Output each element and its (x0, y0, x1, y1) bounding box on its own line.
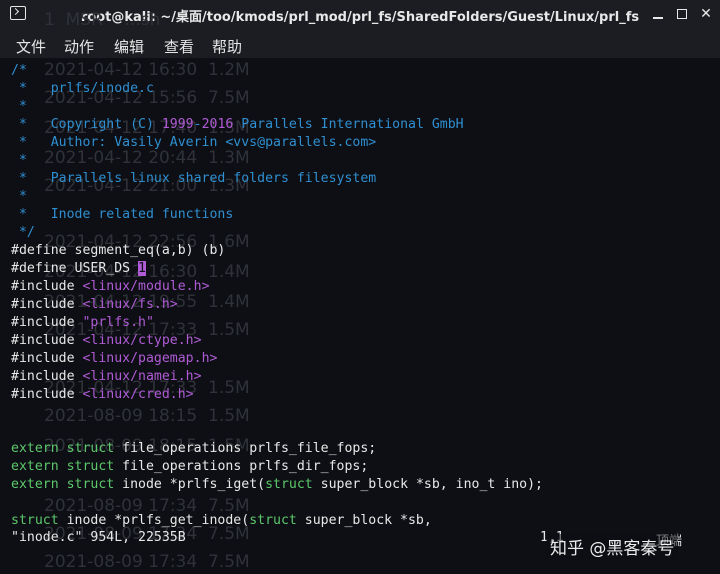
code-token: <linux/module.h> (74, 279, 210, 294)
code-line: /* (11, 63, 27, 78)
code-token: #define (11, 261, 67, 276)
code-line-include: #include <linux/namei.h> (11, 368, 202, 386)
code-token: inode *prlfs_get_inode( (58, 513, 250, 528)
watermark: 知乎 @黑客秦号 (538, 530, 718, 559)
code-line-include: #include <linux/ctype.h> (11, 332, 202, 350)
code-token: struct (249, 513, 297, 528)
close-button[interactable]: ✕ (696, 4, 716, 24)
code-token: <linux/cred.h> (74, 387, 194, 402)
code-token: extern (11, 477, 59, 492)
code-token: #include (11, 297, 75, 312)
code-token: "prlfs.h" (74, 315, 154, 330)
watermark-text: 知乎 @黑客秦号 (546, 534, 679, 559)
code-token: #include (11, 279, 75, 294)
code-token: extern (11, 441, 59, 456)
code-line-define: #define segment_eq(a,b) (b) (11, 242, 225, 260)
ghost-line: 2021-08-09 18:15 1.5M (44, 406, 250, 426)
code-line-extern: extern struct file_operations prlfs_file… (11, 440, 376, 458)
code-token: <linux/ctype.h> (74, 333, 202, 348)
menu-bar: 文件 动作 编辑 查看 帮助 (0, 28, 720, 59)
code-line-include: #include <linux/fs.h> (11, 296, 178, 314)
code-token: Parallels International GmbH (233, 117, 464, 132)
terminal-window: root@kali: ~/桌面/too/kmods/prl_mod/prl_fs… (0, 0, 720, 574)
code-line: * Parallels linux shared folders filesys… (11, 171, 377, 186)
ghost-line: 1 MSR ...sh (44, 10, 161, 30)
code-token: super_block *sb, (296, 513, 432, 528)
menu-view[interactable]: 查看 (164, 36, 194, 57)
vim-status-line: "inode.c" 954L, 22535B (11, 530, 186, 545)
code-line: * prlfs/inode.c (11, 81, 154, 96)
code-token: super_block *sb, ino_t ino); (312, 477, 543, 492)
code-line-include: #include <linux/pagemap.h> (11, 350, 217, 368)
code-token: 1999 (161, 117, 194, 132)
code-line-include: #include <linux/cred.h> (11, 386, 194, 404)
code-line-extern: extern struct inode *prlfs_iget(struct s… (11, 476, 543, 494)
text-cursor: 1 (138, 261, 146, 276)
maximize-button[interactable] (672, 4, 692, 24)
code-line: * (11, 153, 27, 168)
code-token: struct (265, 477, 313, 492)
code-token: struct (66, 477, 115, 492)
ghost-line: 2021-04-12 16:30 1.2M (44, 60, 250, 80)
code-line-copyright: * Copyright (C) 1999-2016 Parallels Inte… (11, 116, 464, 134)
menu-action[interactable]: 动作 (64, 36, 94, 57)
file-info: "inode.c" 954L, 22535B (11, 530, 186, 545)
code-token: inode *prlfs_iget( (114, 477, 266, 492)
code-line: * Author: Vasily Averin <vvs@parallels.c… (11, 135, 377, 150)
code-token: <linux/fs.h> (74, 297, 178, 312)
code-line-include: #include "prlfs.h" (11, 314, 154, 332)
code-token: extern (11, 459, 59, 474)
minimize-button[interactable] (648, 4, 668, 24)
code-token: #include (11, 387, 75, 402)
code-token: struct (11, 513, 59, 528)
code-token: <linux/namei.h> (74, 369, 202, 384)
code-token: segment_eq(a,b) (b) (66, 243, 226, 258)
code-token: #include (11, 369, 75, 384)
menu-edit[interactable]: 编辑 (114, 36, 144, 57)
code-token: <linux/pagemap.h> (74, 351, 218, 366)
code-token: struct (66, 459, 115, 474)
code-token: USER_DS (66, 261, 139, 276)
menu-file[interactable]: 文件 (16, 36, 46, 57)
code-token: file_operations prlfs_dir_fops; (114, 459, 369, 474)
code-line: * (11, 99, 27, 114)
code-line: * (11, 189, 27, 204)
ghost-line: 2021-08-09 17:34 7.5M (44, 552, 250, 572)
code-token: struct (66, 441, 115, 456)
code-line: */ (11, 225, 35, 240)
code-line-struct: struct inode *prlfs_get_inode(struct sup… (11, 512, 432, 530)
code-token: #define (11, 243, 67, 258)
code-token: * Copyright (C) (11, 117, 162, 132)
code-line-include: #include <linux/module.h> (11, 278, 210, 296)
menu-help[interactable]: 帮助 (212, 36, 242, 57)
code-token: #include (11, 315, 75, 330)
code-token: - (193, 117, 202, 132)
code-line: * Inode related functions (11, 207, 234, 222)
code-line-extern: extern struct file_operations prlfs_dir_… (11, 458, 368, 476)
code-token: 2016 (201, 117, 234, 132)
code-token: file_operations prlfs_file_fops; (114, 441, 377, 456)
code-token: #include (11, 333, 75, 348)
code-line-define: #define USER_DS 1 (11, 260, 146, 278)
code-token: #include (11, 351, 75, 366)
